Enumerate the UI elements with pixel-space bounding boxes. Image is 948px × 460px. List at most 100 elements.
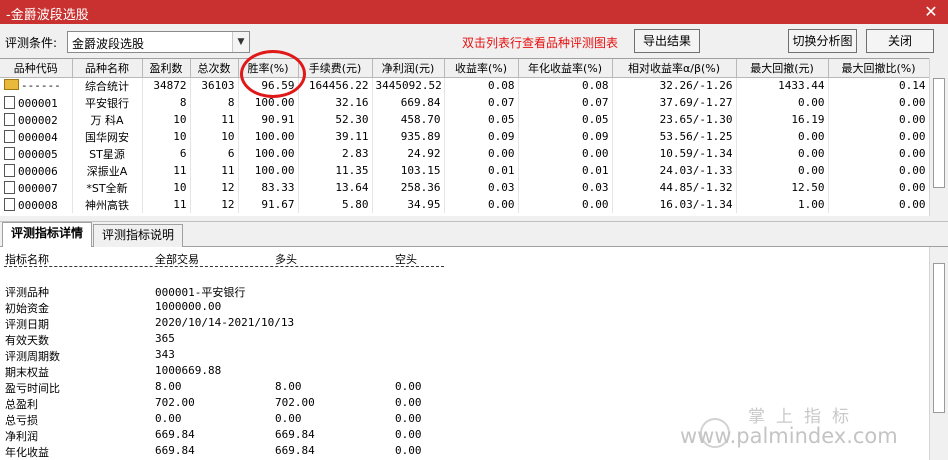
cell-code: 000002: [0, 111, 73, 128]
cell: 1.00: [736, 196, 829, 213]
detail-value: 000001-平安银行: [155, 286, 246, 299]
document-icon: [4, 180, 15, 194]
cell: 2.83: [298, 145, 373, 162]
detail-value-long: 0.00: [275, 412, 302, 425]
column-header[interactable]: 品种名称: [72, 59, 143, 78]
cell: 91.67: [238, 196, 299, 213]
cell: 11: [190, 111, 239, 128]
detail-value: 365: [155, 332, 175, 345]
detail-label: 总盈利: [5, 398, 38, 411]
detail-label: 评测品种: [5, 286, 49, 299]
condition-label: 评测条件:: [5, 36, 58, 50]
cell: 100.00: [238, 162, 299, 179]
detail-value-short: 0.00: [395, 380, 422, 393]
scrollbar-thumb[interactable]: [933, 263, 945, 413]
detail-value: 0.00: [155, 412, 182, 425]
cell: 103.15: [372, 162, 445, 179]
tab-bar: 评测指标详情 评测指标说明: [0, 222, 948, 248]
chevron-down-icon[interactable]: ▼: [232, 32, 249, 52]
cell-code: 000001: [0, 94, 73, 111]
column-header[interactable]: 净利润(元): [372, 59, 445, 78]
cell: 12: [190, 179, 239, 196]
cell: 164456.22: [298, 77, 373, 94]
cell: 24.92: [372, 145, 445, 162]
detail-label: 年化收益: [5, 446, 49, 459]
column-header[interactable]: 年化收益率(%): [518, 59, 613, 78]
detail-label: 盈亏时间比: [5, 382, 60, 395]
column-header[interactable]: 相对收益率α/β(%): [612, 59, 737, 78]
detail-value-short: 0.00: [395, 444, 422, 457]
tab-detail[interactable]: 评测指标详情: [2, 222, 92, 248]
condition-select[interactable]: 金爵波段选股 ▼: [67, 31, 250, 53]
folder-icon: [4, 79, 19, 91]
cell: 96.59: [238, 77, 299, 94]
cell-name: ST星源: [72, 145, 143, 162]
close-icon[interactable]: ✕: [920, 1, 942, 23]
close-button[interactable]: 关闭: [866, 29, 934, 53]
column-header[interactable]: 盈利数: [142, 59, 191, 78]
cell: 0.00: [828, 179, 930, 196]
cell-code: 000007: [0, 179, 73, 196]
table-row[interactable]: 000007 *ST全新 10 12 83.33 13.64 258.36 0.…: [0, 179, 930, 196]
cell: 52.30: [298, 111, 373, 128]
cell: 10: [142, 111, 191, 128]
detail-header-long: 多头: [275, 253, 297, 266]
cell: 935.89: [372, 128, 445, 145]
column-header[interactable]: 手续费(元): [298, 59, 373, 78]
switch-chart-button[interactable]: 切换分析图: [788, 29, 857, 53]
table-row[interactable]: ------ 综合统计 34872 36103 96.59 164456.22 …: [0, 77, 930, 94]
cell: 0.00: [736, 128, 829, 145]
detail-header-all: 全部交易: [155, 253, 199, 266]
column-header[interactable]: 收益率(%): [444, 59, 519, 78]
export-button[interactable]: 导出结果: [634, 29, 700, 53]
column-header[interactable]: 品种代码: [0, 59, 73, 78]
cell: 36103: [190, 77, 239, 94]
table-row[interactable]: 000001 平安银行 8 8 100.00 32.16 669.84 0.07…: [0, 94, 930, 111]
cell: 0.07: [444, 94, 519, 111]
cell: 100.00: [238, 128, 299, 145]
scrollbar-thumb[interactable]: [933, 78, 945, 188]
cell: 8: [142, 94, 191, 111]
cell: 44.85/-1.32: [612, 179, 737, 196]
detail-label: 有效天数: [5, 334, 49, 347]
detail-scrollbar[interactable]: [929, 247, 948, 460]
detail-value-long: 8.00: [275, 380, 302, 393]
detail-value-short: 0.00: [395, 412, 422, 425]
cell: 12: [190, 196, 239, 213]
detail-label: 评测日期: [5, 318, 49, 331]
table-row[interactable]: 000006 深振业A 11 11 100.00 11.35 103.15 0.…: [0, 162, 930, 179]
cell: 0.00: [828, 162, 930, 179]
cell-code: 000008: [0, 196, 73, 213]
column-header[interactable]: 总次数: [190, 59, 239, 78]
toolbar: 评测条件: 金爵波段选股 ▼ 双击列表行查看品种评测图表 导出结果 切换分析图 …: [0, 24, 948, 58]
column-header[interactable]: 最大回撤(元): [736, 59, 829, 78]
cell: 0.05: [444, 111, 519, 128]
cell: 6: [142, 145, 191, 162]
table-row[interactable]: 000002 万 科A 10 11 90.91 52.30 458.70 0.0…: [0, 111, 930, 128]
cell-code: 000004: [0, 128, 73, 145]
table-row[interactable]: 000005 ST星源 6 6 100.00 2.83 24.92 0.00 0…: [0, 145, 930, 162]
table-row[interactable]: 000008 神州高铁 11 12 91.67 5.80 34.95 0.00 …: [0, 196, 930, 213]
tab-description[interactable]: 评测指标说明: [93, 224, 183, 247]
table-row[interactable]: 000004 国华网安 10 10 100.00 39.11 935.89 0.…: [0, 128, 930, 145]
hint-text: 双击列表行查看品种评测图表: [462, 36, 619, 50]
column-header[interactable]: 胜率(%): [238, 59, 299, 78]
cell: 0.01: [518, 162, 613, 179]
cell: 90.91: [238, 111, 299, 128]
watermark-url: www.palmindex.com: [680, 424, 898, 448]
cell: 0.01: [444, 162, 519, 179]
window-title: -金爵波段选股: [6, 8, 89, 23]
cell: 0.05: [518, 111, 613, 128]
table-scrollbar[interactable]: [929, 58, 948, 216]
cell: 3445092.52: [372, 77, 445, 94]
document-icon: [4, 95, 15, 109]
cell: 0.09: [518, 128, 613, 145]
document-icon: [4, 112, 15, 126]
column-header[interactable]: 最大回撤比(%): [828, 59, 930, 78]
detail-header-short: 空头: [395, 253, 417, 266]
cell: 458.70: [372, 111, 445, 128]
detail-header-name: 指标名称: [5, 253, 49, 266]
cell: 669.84: [372, 94, 445, 111]
cell: 0.00: [444, 145, 519, 162]
cell-name: 万 科A: [72, 111, 143, 128]
